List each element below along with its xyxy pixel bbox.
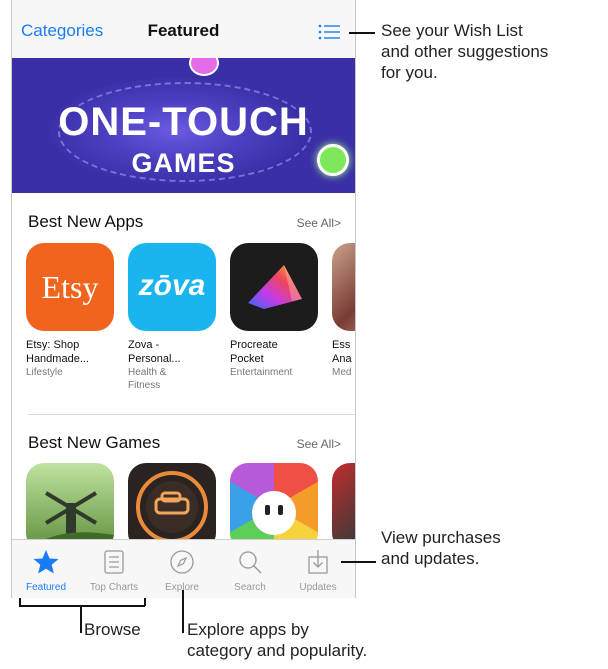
callout-leader-wish-list	[349, 32, 375, 34]
car-icon	[136, 471, 208, 543]
banner-title: ONE-TOUCH	[58, 100, 309, 144]
game-icon-does-not-commute[interactable]	[128, 463, 216, 551]
procreate-logo-icon	[248, 265, 302, 309]
app-name: Zova - Personal...	[128, 339, 181, 365]
app-category: Entertainment	[230, 367, 293, 378]
etsy-app-icon: Etsy	[26, 243, 114, 331]
list-icon	[318, 24, 340, 40]
game-icon-partial[interactable]	[332, 463, 355, 551]
section-title-best-new-games: Best New Games	[28, 433, 161, 452]
tab-label: Updates	[299, 582, 337, 593]
app-store-screen: Categories Featured ONE-TOUCH GAMES Best…	[11, 0, 356, 598]
app-tile-essential-anatomy[interactable]: Ess Ana Med	[332, 243, 355, 379]
callout-leader-browse	[80, 605, 82, 633]
app-category: Health & Fitness	[128, 367, 167, 391]
anatomy-app-icon	[332, 243, 355, 331]
app-name: Procreate Pocket	[230, 339, 278, 365]
callout-leader-updates	[341, 561, 376, 563]
app-tile-zova[interactable]: zōva Zova - Personal... Health & Fitness	[128, 243, 216, 392]
callout-explore: Explore apps by category and popularity.	[187, 620, 368, 660]
compass-icon	[170, 550, 194, 574]
app-category: Lifestyle	[26, 367, 63, 378]
tab-search[interactable]: Search	[216, 540, 284, 598]
callout-purchases: View purchases and updates.	[381, 528, 501, 568]
page-title: Featured	[147, 21, 220, 40]
app-category: Med	[332, 367, 352, 378]
app-tile-etsy[interactable]: Etsy Etsy: Shop Handmade... Lifestyle	[26, 243, 114, 379]
pink-dot-decoration	[189, 58, 219, 76]
windmill-icon	[26, 491, 114, 551]
callout-wish-list: See your Wish List and other suggestions…	[381, 21, 549, 82]
section-title-best-new-apps: Best New Apps	[28, 212, 144, 231]
game-icon-trivia-crack[interactable]	[230, 463, 318, 551]
navigation-bar: Categories Featured	[12, 0, 355, 59]
list-icon	[104, 550, 124, 574]
app-tile-procreate[interactable]: Procreate Pocket Entertainment	[230, 243, 318, 379]
download-icon	[308, 550, 328, 574]
see-all-apps-link[interactable]: See All>	[297, 216, 341, 230]
tab-updates[interactable]: Updates	[284, 540, 352, 598]
smiley-icon	[252, 491, 296, 535]
callout-leader-explore	[182, 590, 184, 633]
app-name: Etsy: Shop Handmade...	[26, 339, 89, 365]
tab-bar: Featured Top Charts Explore Search Updat…	[12, 539, 355, 598]
bracket-right	[144, 598, 146, 606]
see-all-games-link[interactable]: See All>	[297, 437, 341, 451]
game-icon-alto[interactable]	[26, 463, 114, 551]
section-divider	[28, 414, 355, 415]
tab-featured[interactable]: Featured	[12, 540, 80, 598]
featured-banner[interactable]: ONE-TOUCH GAMES	[12, 58, 355, 193]
star-icon	[33, 550, 59, 574]
tab-label: Search	[234, 582, 266, 593]
callout-browse: Browse	[84, 620, 141, 639]
tab-label: Top Charts	[89, 582, 139, 593]
tab-label: Featured	[25, 582, 67, 593]
bracket-bottom	[19, 605, 145, 607]
tab-top-charts[interactable]: Top Charts	[80, 540, 148, 598]
app-name: Ess Ana	[332, 339, 352, 365]
search-icon	[239, 551, 262, 574]
wish-list-button[interactable]	[318, 24, 340, 40]
banner-subtitle: GAMES	[131, 148, 236, 178]
zova-app-icon: zōva	[128, 243, 216, 331]
procreate-app-icon	[230, 243, 318, 331]
